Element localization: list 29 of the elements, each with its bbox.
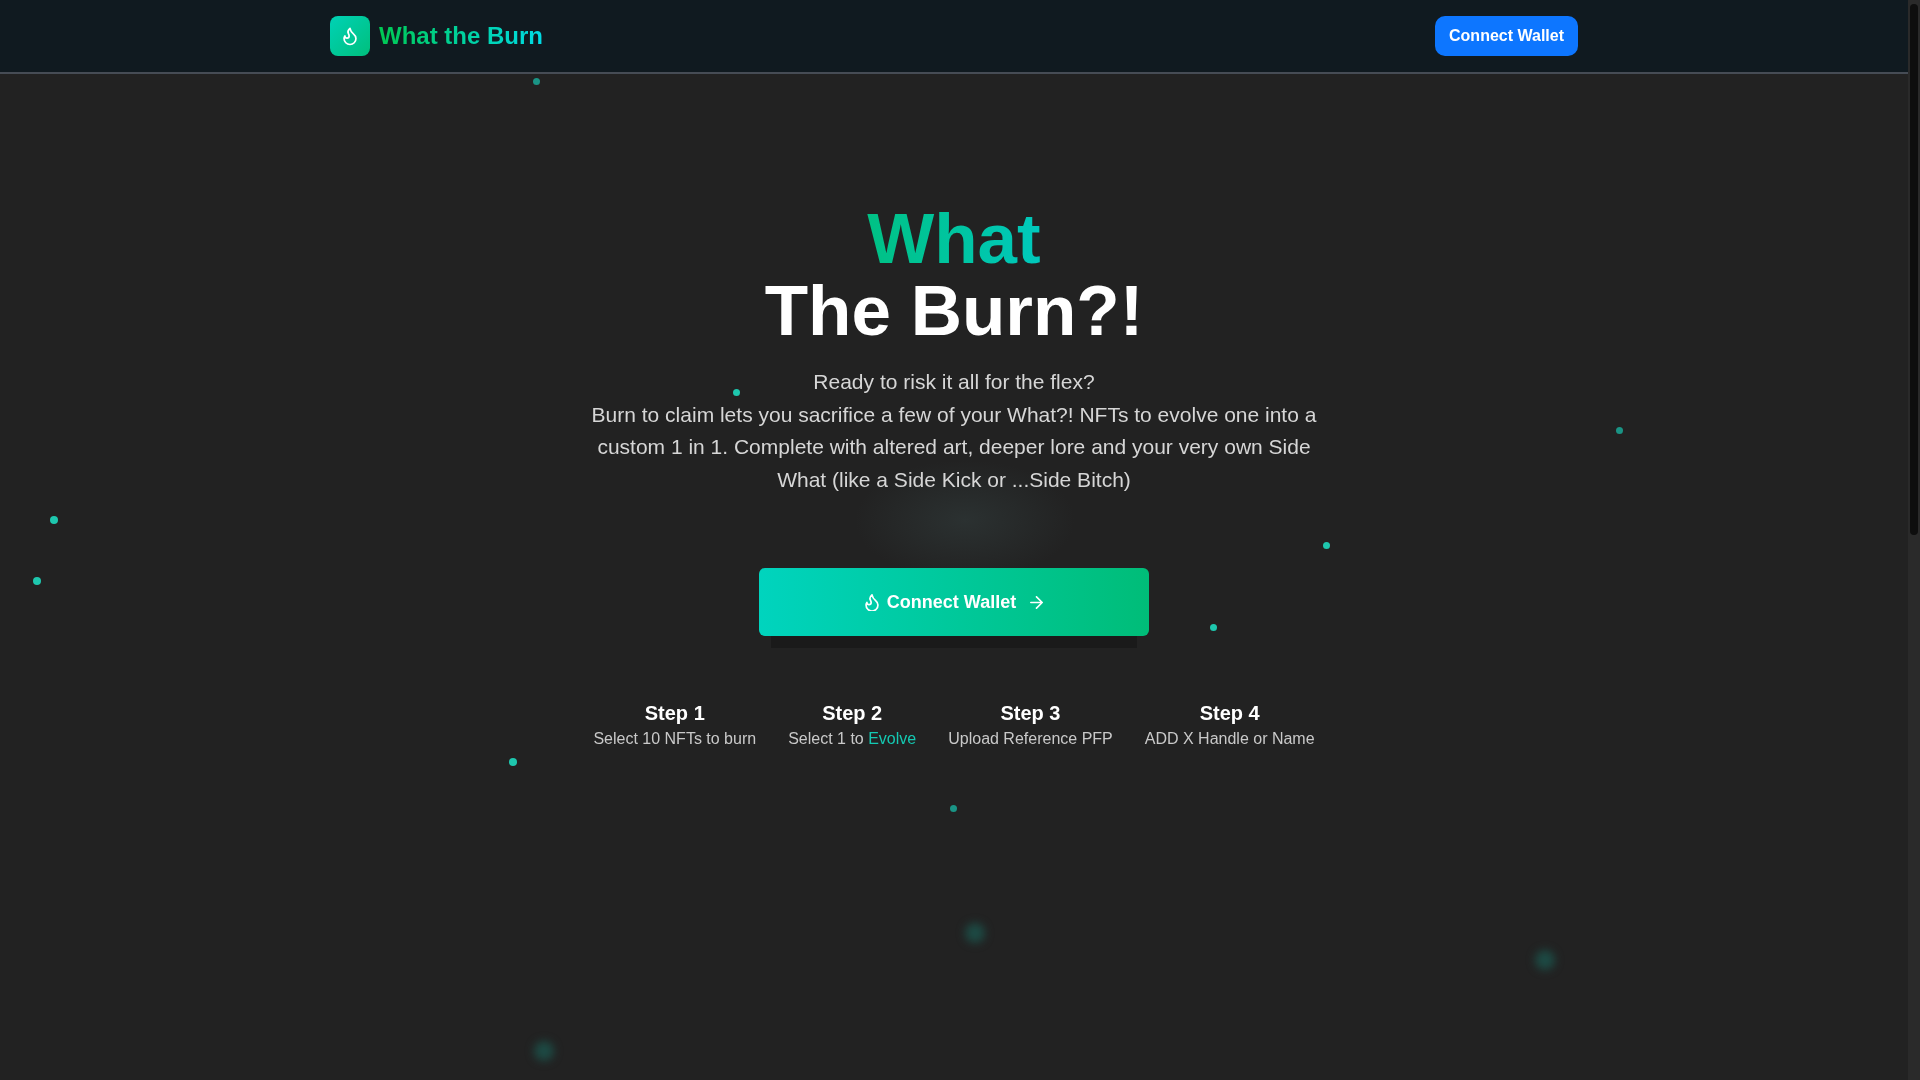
dot-icon (509, 758, 517, 766)
dot-icon (1210, 624, 1217, 631)
step-title: Step 2 (822, 701, 883, 726)
step-title: Step 4 (1199, 701, 1260, 726)
connect-wallet-button[interactable]: Connect Wallet (1435, 16, 1578, 56)
step-description: ADD X Handle or Name (1144, 729, 1315, 749)
blurred-dot-icon (965, 923, 985, 943)
dot-icon (50, 516, 58, 524)
dot-icon (733, 389, 740, 396)
step-description: Select 10 NFTs to burn (593, 729, 757, 749)
description: Burn to claim lets you sacrifice a few of your What?! NFTs to evolve one into a custom 1 in 1. Complete with altered art, deeper lore and your very own Side What (like a Side Kick or ...Side Bitch) (590, 401, 1318, 493)
dot-icon (533, 78, 540, 85)
heading: The Burn?! (764, 275, 1144, 347)
flame-icon (864, 593, 879, 611)
step-description: Select 1 to Evolve (788, 729, 917, 749)
dot-icon (1323, 542, 1330, 549)
dot-icon (1616, 427, 1623, 434)
scrollbar[interactable] (1908, 0, 1920, 1080)
dot-icon (950, 805, 957, 812)
step-title: Step 3 (1000, 701, 1061, 726)
scrollbar-thumb[interactable] (1910, 4, 1918, 535)
tagline: Ready to risk it all for the flex? (813, 369, 1095, 395)
blurred-dot-icon (534, 1041, 554, 1061)
dot-icon (33, 577, 41, 585)
flame-logo-icon (330, 16, 370, 56)
arrow-right-icon (1030, 595, 1044, 609)
step-description: Upload Reference PFP (948, 729, 1113, 749)
step-title: Step 1 (644, 701, 705, 726)
blurred-dot-icon (1535, 950, 1555, 970)
